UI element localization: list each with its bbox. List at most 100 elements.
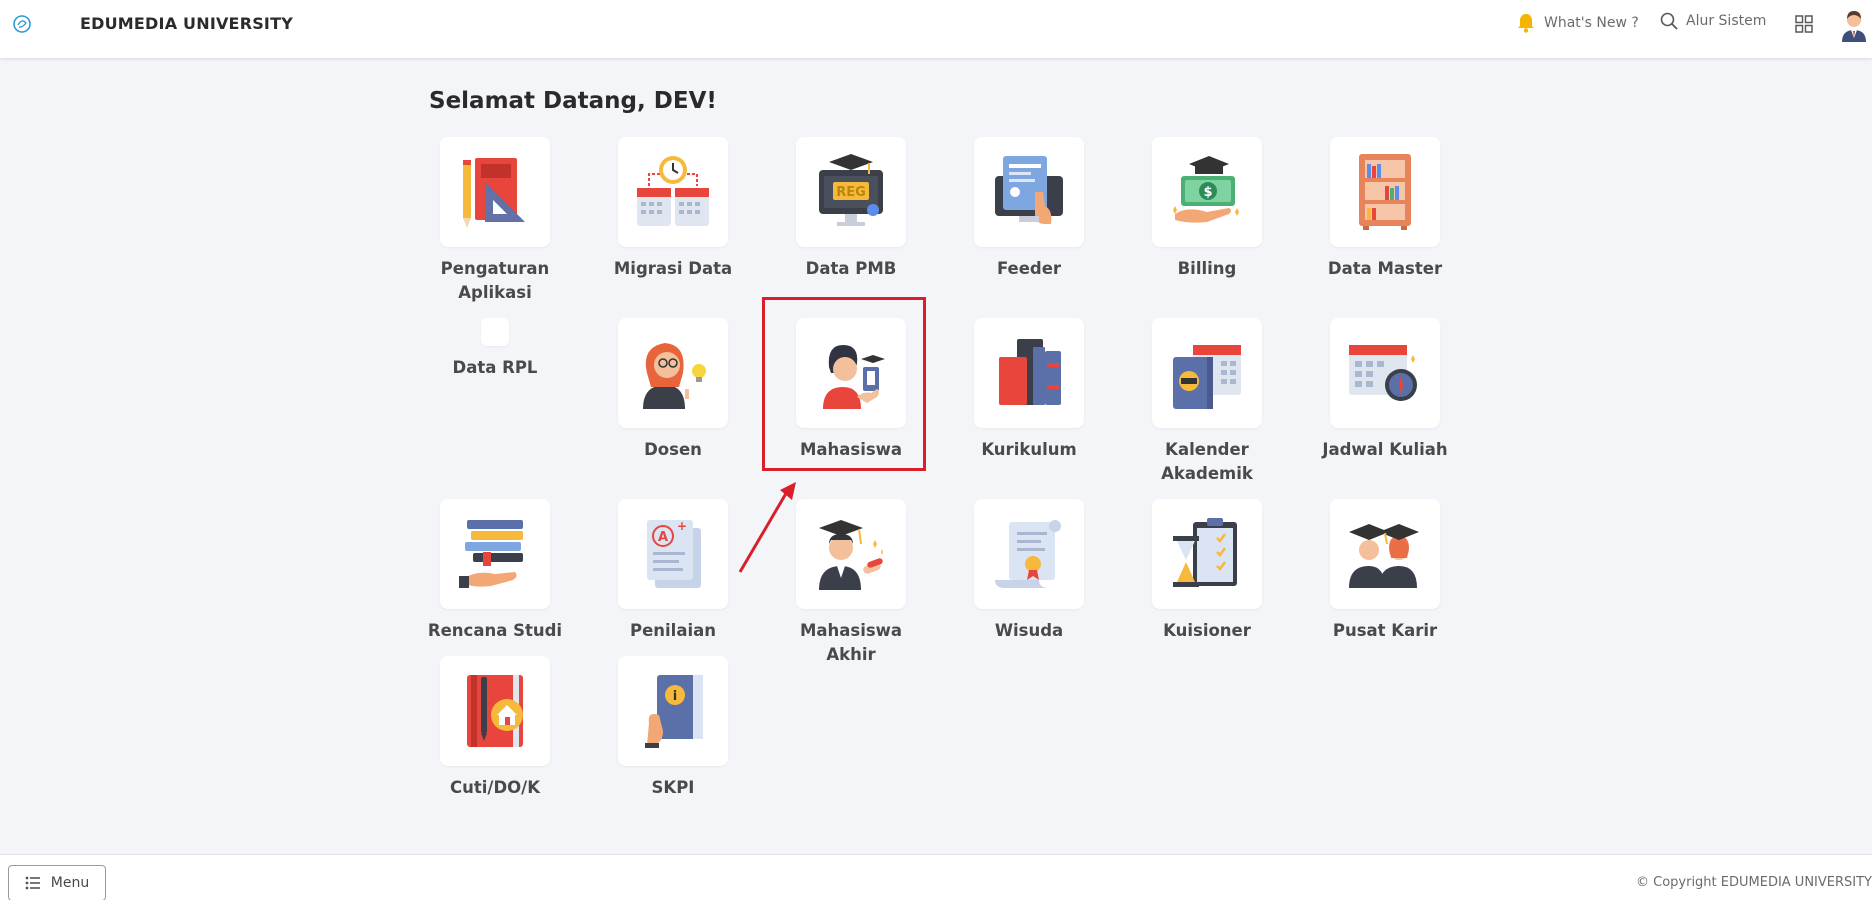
student-icon — [823, 345, 885, 409]
top-navbar: EDUMEDIA UNIVERSITY What's New ? Alur Si… — [0, 0, 1872, 58]
apps-grid-icon[interactable] — [1794, 14, 1814, 34]
tile-data-pmb[interactable]: REG Data PMB — [781, 137, 921, 281]
notebook-home-icon — [467, 675, 523, 747]
tile-label: Cuti/DO/K — [450, 778, 540, 797]
tile-card[interactable] — [440, 656, 550, 766]
tile-card[interactable]: i — [618, 656, 728, 766]
graduate-diploma-icon — [819, 520, 883, 590]
bell-icon — [1518, 14, 1534, 33]
tile-card[interactable] — [440, 137, 550, 247]
tile-label: Kalender Akademik — [1161, 440, 1253, 483]
svg-text:A: A — [658, 530, 668, 545]
tile-kurikulum[interactable]: Kurikulum — [959, 318, 1099, 462]
tile-mahasiswa[interactable]: Mahasiswa — [781, 318, 921, 462]
tile-label: Migrasi Data — [613, 259, 733, 278]
tile-label: Data RPL — [452, 358, 538, 377]
ruler-pencil-book-icon — [463, 158, 525, 228]
tile-card[interactable] — [618, 318, 728, 428]
tile-label: Jadwal Kuliah — [1322, 440, 1448, 459]
footer-bar: Menu © Copyright EDUMEDIA UNIVERSITY — [0, 854, 1872, 900]
tile-data-master[interactable]: Data Master — [1315, 137, 1455, 281]
graduates-group-icon — [1349, 524, 1419, 588]
tile-card[interactable]: A + — [618, 499, 728, 609]
tile-feeder[interactable]: Feeder — [959, 137, 1099, 281]
tile-card[interactable] — [1152, 318, 1262, 428]
tile-label: Mahasiswa — [799, 440, 903, 459]
tile-card[interactable] — [796, 318, 906, 428]
copyright-text: © Copyright EDUMEDIA UNIVERSITY — [1635, 875, 1872, 890]
tile-data-rpl[interactable]: Data RPL — [425, 318, 565, 380]
tile-card[interactable] — [440, 499, 550, 609]
whats-new-link[interactable]: What's New ? — [1516, 12, 1656, 34]
tile-billing[interactable]: $ Billing — [1137, 137, 1277, 281]
tile-kalender-akademik[interactable]: Kalender Akademik — [1137, 318, 1277, 486]
svg-text:$: $ — [1203, 185, 1212, 200]
whats-new-label: What's New ? — [1544, 15, 1639, 31]
menu-label: Menu — [50, 875, 90, 891]
tile-label: SKPI — [651, 778, 695, 797]
teacher-icon — [643, 343, 706, 409]
tile-card[interactable] — [1152, 499, 1262, 609]
grade-paper-icon: A + — [647, 519, 701, 588]
tile-label: Data PMB — [805, 259, 897, 278]
document-hand-icon — [995, 156, 1063, 224]
tile-cuti-do-k[interactable]: Cuti/DO/K — [425, 656, 565, 800]
tile-pusat-karir[interactable]: Pusat Karir — [1315, 499, 1455, 643]
tile-card[interactable] — [1330, 499, 1440, 609]
tile-label: Kurikulum — [981, 440, 1077, 459]
bookshelf-icon — [1359, 154, 1411, 230]
alur-sistem-link[interactable]: Alur Sistem — [1660, 12, 1780, 30]
tile-label: Mahasiswa Akhir — [799, 621, 903, 664]
reg-monitor-icon: REG — [819, 154, 883, 226]
stacked-books-icon — [459, 520, 523, 588]
brand-title[interactable]: EDUMEDIA UNIVERSITY — [80, 14, 293, 33]
alur-sistem-label: Alur Sistem — [1686, 13, 1767, 29]
books-icon — [999, 339, 1061, 405]
tile-card[interactable]: REG — [796, 137, 906, 247]
money-graduation-icon: $ — [1173, 156, 1239, 223]
user-avatar[interactable] — [1838, 8, 1870, 42]
hourglass-checklist-icon — [1173, 518, 1237, 587]
menu-button[interactable]: Menu — [8, 865, 106, 900]
welcome-heading: Selamat Datang, DEV! — [429, 88, 717, 114]
tile-label: Wisuda — [994, 621, 1064, 640]
search-icon — [1660, 12, 1678, 30]
tile-card[interactable] — [481, 318, 509, 346]
svg-text:+: + — [677, 519, 687, 533]
brand-logo-icon[interactable] — [12, 14, 32, 34]
tile-card[interactable]: $ — [1152, 137, 1262, 247]
calendar-book-icon — [1173, 345, 1241, 409]
tile-migrasi-data[interactable]: Migrasi Data — [603, 137, 743, 281]
tile-label: Pusat Karir — [1332, 621, 1438, 640]
svg-text:REG: REG — [836, 185, 866, 200]
list-icon — [25, 876, 40, 890]
tile-mahasiswa-akhir[interactable]: Mahasiswa Akhir — [781, 499, 921, 667]
tile-label: Penilaian — [629, 621, 716, 640]
tile-label: Billing — [1177, 259, 1237, 278]
scroll-certificate-icon — [995, 520, 1061, 588]
svg-text:i: i — [673, 689, 677, 704]
tile-dosen[interactable]: Dosen — [603, 318, 743, 462]
tile-wisuda[interactable]: Wisuda — [959, 499, 1099, 643]
tile-card[interactable] — [796, 499, 906, 609]
tile-penilaian[interactable]: A + Penilaian — [603, 499, 743, 643]
info-book-icon: i — [645, 675, 703, 748]
tile-jadwal-kuliah[interactable]: Jadwal Kuliah — [1315, 318, 1455, 462]
calendar-compass-icon — [1349, 345, 1417, 401]
tile-label: Feeder — [996, 259, 1062, 278]
tile-card[interactable] — [1330, 137, 1440, 247]
calendar-clock-icon — [637, 156, 709, 226]
tile-label: Data Master — [1327, 259, 1443, 278]
tile-label: Rencana Studi — [427, 621, 563, 640]
tile-label: Kuisioner — [1163, 621, 1251, 640]
tile-card[interactable] — [974, 318, 1084, 428]
tile-kuisioner[interactable]: Kuisioner — [1137, 499, 1277, 643]
tile-label: Pengaturan Aplikasi — [440, 259, 550, 302]
tile-pengaturan-aplikasi[interactable]: Pengaturan Aplikasi — [425, 137, 565, 305]
tile-card[interactable] — [974, 499, 1084, 609]
tile-card[interactable] — [1330, 318, 1440, 428]
tile-skpi[interactable]: i SKPI — [603, 656, 743, 800]
tile-rencana-studi[interactable]: Rencana Studi — [425, 499, 565, 643]
tile-card[interactable] — [974, 137, 1084, 247]
tile-card[interactable] — [618, 137, 728, 247]
